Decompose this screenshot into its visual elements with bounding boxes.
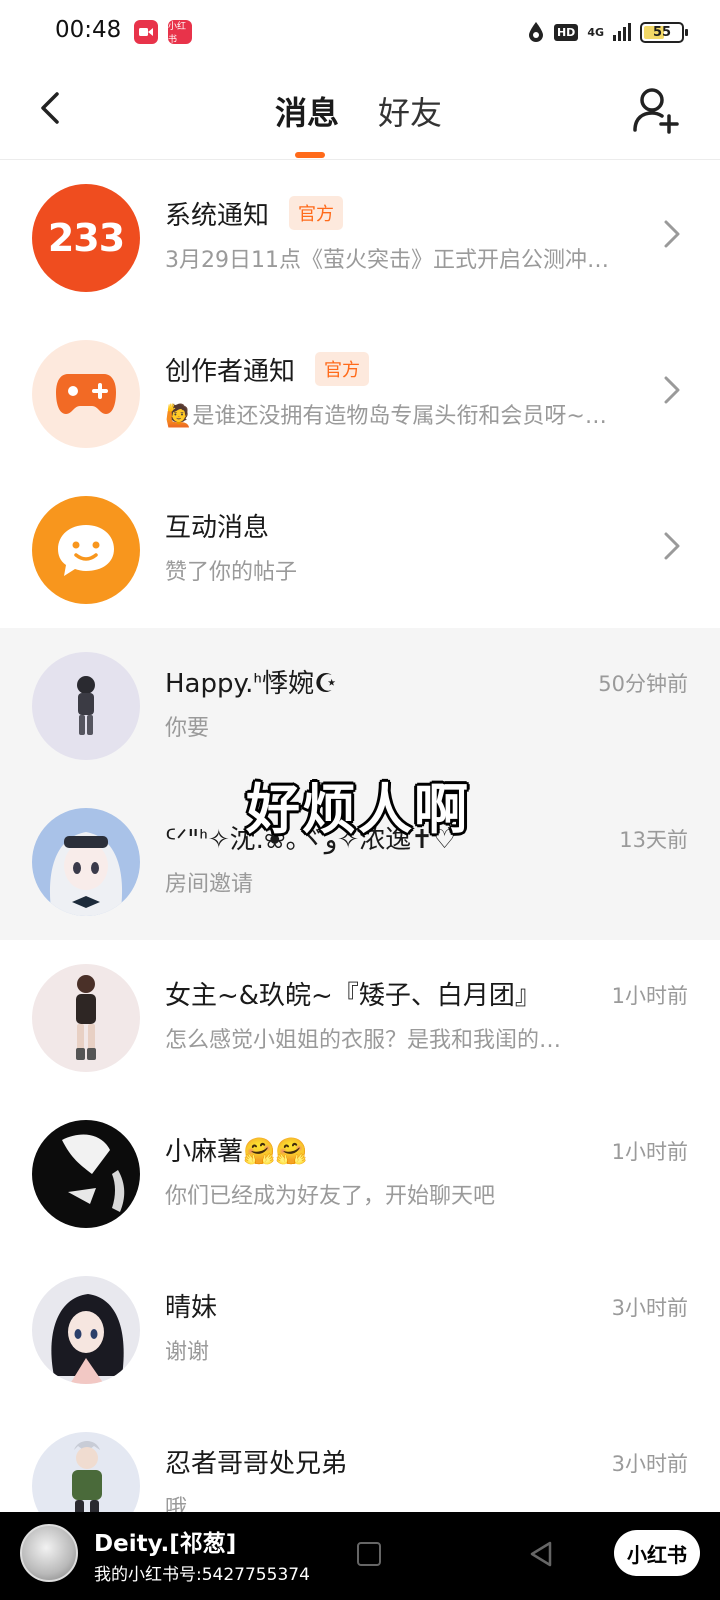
title-line: 小麻薯🤗🤗 [165, 1130, 308, 1168]
location-drop-icon [528, 22, 543, 42]
row-time: 3小时前 [611, 1452, 688, 1476]
row-preview: 你们已经成为好友了，开始聊天吧 [165, 1184, 496, 1209]
row-title: 创作者通知 [165, 356, 296, 387]
row-title: 女主~&玖皖~『矮子、白月团』 [165, 980, 541, 1011]
row-preview: 赞了你的帖子 [165, 560, 298, 585]
title-line: 晴妹 [165, 1286, 217, 1324]
status-bar: 00:48 小红书 HD 4G 55 [0, 0, 720, 64]
recent-apps-icon[interactable] [357, 1542, 381, 1566]
creator-id: 我的小红书号:5427755374 [94, 1565, 310, 1585]
chat-row[interactable]: 小麻薯🤗🤗 1小时前 你们已经成为好友了，开始聊天吧 [0, 1096, 720, 1252]
battery-level: 55 [652, 24, 672, 40]
add-friend-button[interactable] [632, 86, 680, 136]
avatar [32, 340, 140, 448]
official-badge: 官方 [315, 352, 370, 386]
message-row-interaction[interactable]: 互动消息 赞了你的帖子 [0, 472, 720, 628]
row-preview: 谢谢 [165, 1340, 210, 1365]
character-avatar-image [51, 1294, 124, 1384]
message-list: 233 系统通知 官方 3月29日11点《萤火突击》正式开启公测冲… 创作者通知… [0, 160, 720, 1564]
avatar: 233 [32, 184, 140, 292]
status-time: 00:48 [55, 17, 122, 43]
row-title: 系统通知 [165, 200, 270, 231]
avatar [32, 808, 140, 916]
chat-row[interactable]: Happy.ᑋ悸婉☪ 50分钟前 你要 [0, 628, 720, 784]
avatar [32, 496, 140, 604]
row-preview: 3月29日11点《萤火突击》正式开启公测冲… [165, 248, 609, 273]
back-button[interactable] [30, 86, 70, 130]
row-time: 3小时前 [611, 1296, 688, 1320]
chat-row[interactable]: 晴妹 3小时前 谢谢 [0, 1252, 720, 1408]
header: 消息 好友 [0, 64, 720, 160]
character-avatar-image [76, 975, 96, 1060]
row-title: 互动消息 [165, 512, 270, 543]
nav-back-icon[interactable] [528, 1540, 554, 1568]
row-title: Happy.ᑋ悸婉☪ [165, 668, 338, 699]
chat-row[interactable]: 女主~&玖皖~『矮子、白月团』 1小时前 怎么感觉小姐姐的衣服？是我和我闺的… [0, 940, 720, 1096]
tab-messages[interactable]: 消息 [275, 88, 339, 134]
row-preview: 🙋是谁还没拥有造物岛专属头衔和会员呀~… [165, 404, 607, 429]
chevron-right-icon [664, 532, 680, 560]
xiaohongshu-logo: 小红书 [614, 1530, 700, 1576]
character-avatar-image [62, 1134, 125, 1212]
row-time: 1小时前 [611, 1140, 688, 1164]
tab-friends[interactable]: 好友 [378, 88, 442, 134]
row-title: 忍者哥哥处兄弟 [165, 1448, 348, 1479]
row-time: 1小时前 [611, 984, 688, 1008]
chat-bubble-icon [58, 525, 114, 576]
row-time: 13天前 [619, 828, 688, 852]
battery-icon: 55 [640, 21, 688, 43]
row-title: 晴妹 [165, 1292, 218, 1323]
avatar-233-logo: 233 [47, 216, 125, 260]
row-title: 小麻薯🤗🤗 [165, 1136, 308, 1167]
avatar [32, 1276, 140, 1384]
message-row-system-notice[interactable]: 233 系统通知 官方 3月29日11点《萤火突击》正式开启公测冲… [0, 160, 720, 316]
network-label: 4G [587, 25, 604, 39]
row-time: 50分钟前 [598, 672, 688, 696]
row-preview: 房间邀请 [165, 872, 254, 897]
creator-name: Deity.[祁葱] [94, 1531, 237, 1557]
chevron-right-icon [664, 376, 680, 404]
gamepad-icon [56, 374, 116, 414]
active-tab-indicator [295, 152, 325, 158]
title-line: Happy.ᑋ悸婉☪ [165, 662, 337, 700]
title-line: 女主~&玖皖~『矮子、白月团』 [165, 974, 541, 1012]
overlay-caption: 好烦人啊 [246, 778, 470, 841]
avatar [32, 1120, 140, 1228]
status-indicators: HD 4G 55 [527, 18, 688, 46]
character-avatar-image [49, 832, 123, 916]
hd-badge: HD [553, 23, 579, 41]
creator-avatar [20, 1524, 78, 1582]
title-line: 创作者通知 官方 [165, 350, 370, 388]
chevron-left-icon [41, 92, 59, 124]
official-badge: 官方 [289, 196, 344, 230]
video-app-icon [134, 20, 158, 44]
avatar [32, 964, 140, 1072]
avatar [32, 652, 140, 760]
add-user-icon [633, 88, 679, 134]
title-line: 系统通知 官方 [165, 194, 344, 232]
message-row-creator-notice[interactable]: 创作者通知 官方 🙋是谁还没拥有造物岛专属头衔和会员呀~… [0, 316, 720, 472]
chevron-right-icon [664, 220, 680, 248]
signal-icon [613, 23, 631, 41]
xiaohongshu-app-icon: 小红书 [168, 20, 192, 45]
title-line: 互动消息 [165, 506, 269, 544]
watermark-bar: Deity.[祁葱] 我的小红书号:5427755374 小红书 [0, 1512, 720, 1600]
row-preview: 怎么感觉小姐姐的衣服？是我和我闺的… [165, 1028, 562, 1053]
row-preview: 你要 [165, 716, 210, 741]
character-avatar-image [77, 676, 95, 735]
title-line: 忍者哥哥处兄弟 [165, 1442, 347, 1480]
